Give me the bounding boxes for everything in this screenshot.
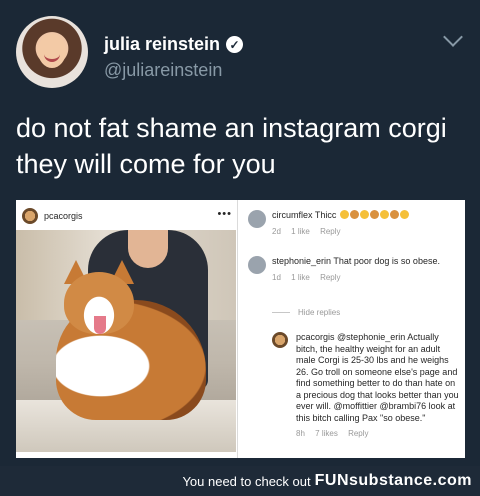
user-handle[interactable]: @juliareinstein bbox=[104, 60, 222, 81]
emoji-dog-icon bbox=[389, 210, 399, 219]
divider-line bbox=[272, 312, 290, 313]
instagram-screenshot: pcacorgis ••• circumflex Thicc 2d 1 like… bbox=[16, 200, 465, 458]
reply-username[interactable]: pcacorgis bbox=[296, 332, 335, 342]
avatar-face bbox=[38, 34, 66, 68]
reply-link[interactable]: Reply bbox=[320, 273, 340, 282]
watermark-footer: You need to check out FUNsubstance.com bbox=[0, 466, 480, 496]
emoji-heart-eyes-icon bbox=[339, 210, 349, 219]
emoji-dog-icon bbox=[349, 210, 359, 219]
reply-likes[interactable]: 7 likes bbox=[315, 429, 338, 438]
post-avatar bbox=[22, 208, 38, 224]
profile-avatar[interactable] bbox=[16, 16, 88, 88]
chevron-down-icon[interactable] bbox=[443, 27, 463, 47]
brand-logo[interactable]: FUNsubstance.com bbox=[315, 472, 472, 490]
emoji-heart-eyes-icon bbox=[379, 210, 389, 219]
reply-text: @stephonie_erin Actually bitch, the heal… bbox=[296, 332, 459, 423]
comment-username[interactable]: stephonie_erin bbox=[272, 256, 331, 266]
comment-likes[interactable]: 1 like bbox=[291, 227, 310, 236]
tweet-header: julia reinstein ✓ @juliareinstein bbox=[16, 16, 466, 92]
comments-section: circumflex Thicc 2d 1 like Reply stephon… bbox=[240, 200, 465, 458]
footer-text: You need to check out bbox=[182, 473, 311, 489]
comment-text: That poor dog is so obese. bbox=[333, 256, 440, 266]
hide-replies-toggle[interactable]: Hide replies bbox=[272, 308, 340, 317]
comment-meta: 1d 1 like Reply bbox=[272, 272, 458, 284]
comment-text: Thicc bbox=[314, 210, 337, 220]
comment-body: stephonie_erin That poor dog is so obese… bbox=[272, 256, 458, 283]
comment-avatar bbox=[248, 256, 266, 274]
reply-link[interactable]: Reply bbox=[348, 429, 368, 438]
emoji-heart-eyes-icon bbox=[359, 210, 369, 219]
tweet-text: do not fat shame an instagram corgi they… bbox=[16, 113, 447, 179]
emoji-heart-eyes-icon bbox=[399, 210, 409, 219]
hide-replies-label: Hide replies bbox=[298, 308, 341, 317]
comment-likes[interactable]: 1 like bbox=[291, 273, 310, 282]
comment-age: 2d bbox=[272, 226, 281, 236]
reply-meta: 8h 7 likes Reply bbox=[296, 428, 460, 440]
corgi-photo bbox=[16, 230, 236, 452]
display-name[interactable]: julia reinstein bbox=[104, 34, 220, 55]
comment-meta: 2d 1 like Reply bbox=[272, 226, 458, 238]
reply-link[interactable]: Reply bbox=[320, 227, 340, 236]
reply-avatar bbox=[272, 332, 288, 348]
comment-body: circumflex Thicc 2d 1 like Reply bbox=[272, 210, 458, 237]
instagram-post: pcacorgis ••• bbox=[16, 200, 238, 458]
more-options-icon: ••• bbox=[217, 208, 232, 220]
name-row: julia reinstein ✓ bbox=[104, 34, 244, 55]
emoji-dog-icon bbox=[369, 210, 379, 219]
verified-badge-icon: ✓ bbox=[226, 36, 244, 53]
corgi-tongue bbox=[94, 316, 106, 334]
comment-age: 1d bbox=[272, 272, 281, 282]
comment-username[interactable]: circumflex bbox=[272, 210, 313, 220]
comment-avatar bbox=[248, 210, 266, 228]
reply-age: 8h bbox=[296, 429, 305, 438]
reply-body: pcacorgis @stephonie_erin Actually bitch… bbox=[296, 332, 460, 440]
post-username: pcacorgis bbox=[44, 211, 83, 221]
post-header: pcacorgis ••• bbox=[22, 206, 234, 226]
